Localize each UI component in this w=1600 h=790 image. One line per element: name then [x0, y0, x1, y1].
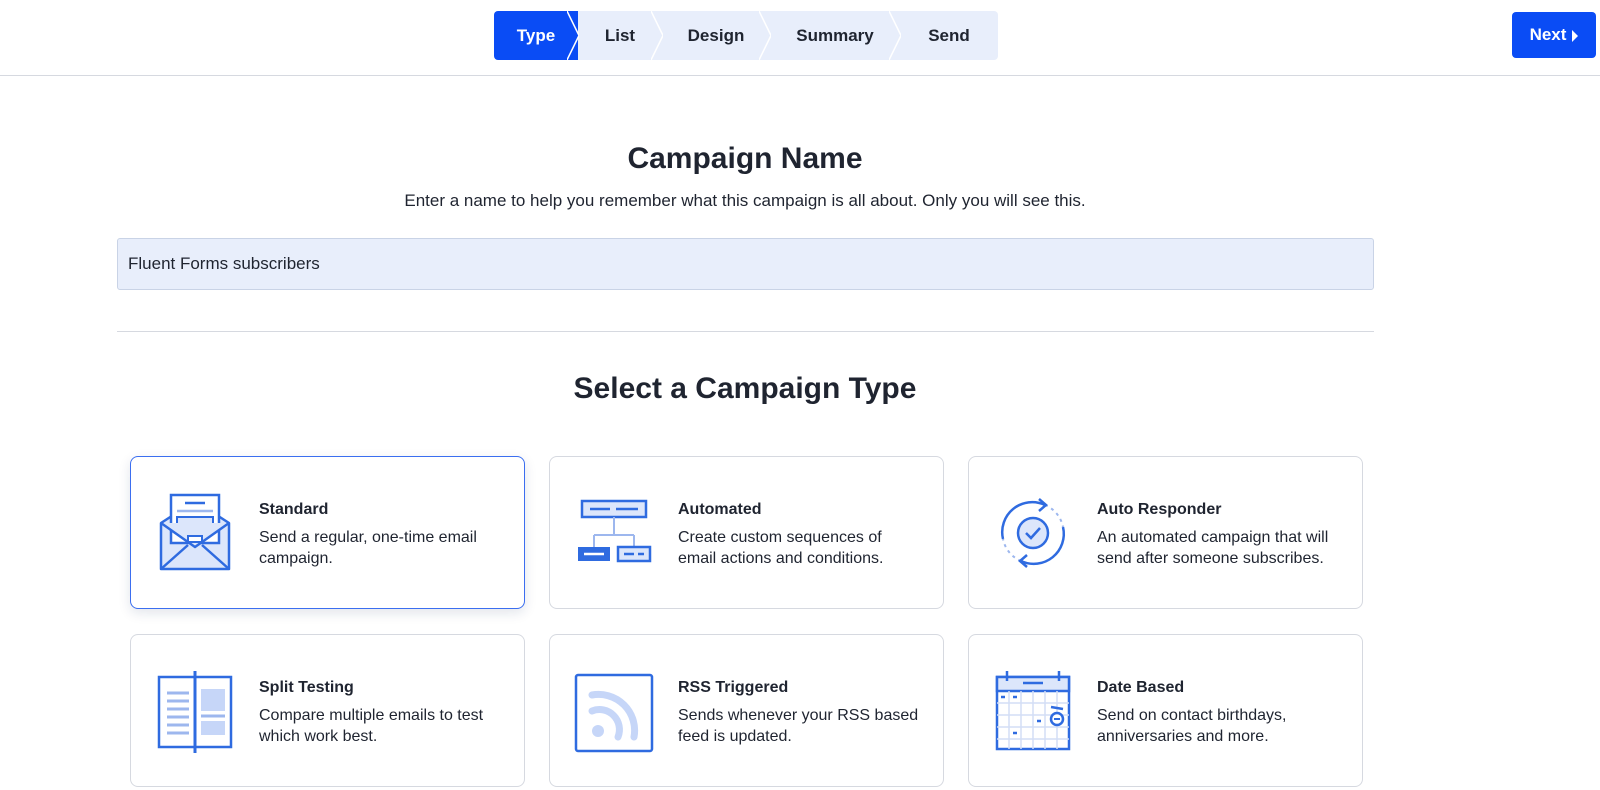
card-description: An automated campaign that will send aft… — [1097, 529, 1329, 567]
card-split-testing[interactable]: Split Testing Compare multiple emails to… — [130, 634, 525, 787]
card-description: Create custom sequences of email actions… — [678, 529, 884, 567]
step-summary-label: Summary — [796, 25, 874, 45]
calendar-icon — [995, 671, 1071, 751]
step-design-label: Design — [687, 25, 745, 45]
envelope-icon — [159, 493, 231, 571]
card-automated[interactable]: Automated Create custom sequences of ema… — [549, 456, 944, 609]
card-description: Compare multiple emails to test which wo… — [259, 707, 484, 745]
card-auto-responder[interactable]: Auto Responder An automated campaign tha… — [968, 456, 1363, 609]
caret-right-icon — [1572, 29, 1579, 42]
campaign-name-description: Enter a name to help you remember what t… — [404, 191, 1086, 210]
rss-icon — [574, 673, 654, 753]
campaign-name-input[interactable] — [117, 238, 1374, 290]
card-title: Auto Responder — [1097, 501, 1222, 518]
step-separator — [889, 11, 901, 60]
step-design[interactable]: Design — [662, 11, 771, 60]
campaign-name-heading: Campaign Name — [627, 142, 863, 175]
step-send-label: Send — [928, 25, 970, 45]
card-title: Split Testing — [259, 679, 354, 696]
card-title: RSS Triggered — [678, 679, 789, 696]
card-date-based[interactable]: Date Based Send on contact birthdays, an… — [968, 634, 1363, 787]
campaign-type-heading: Select a Campaign Type — [573, 372, 917, 405]
card-description: Sends whenever your RSS based feed is up… — [678, 707, 919, 745]
step-type-label: Type — [516, 25, 556, 45]
wizard-steps: Type List Design Summary Send — [494, 11, 998, 60]
flowchart-icon — [578, 499, 652, 563]
step-separator — [651, 11, 663, 60]
refresh-check-icon — [1001, 498, 1065, 568]
top-bar: Type List Design Summary Send Next — [0, 0, 1600, 76]
card-title: Standard — [259, 501, 329, 518]
card-title: Automated — [678, 501, 762, 518]
step-summary[interactable]: Summary — [770, 11, 901, 60]
step-send[interactable]: Send — [900, 11, 998, 60]
card-standard[interactable]: Standard Send a regular, one-time email … — [130, 456, 525, 609]
step-list[interactable]: List — [578, 11, 663, 60]
step-separator — [567, 11, 579, 60]
step-separator — [759, 11, 771, 60]
card-title: Date Based — [1097, 679, 1185, 696]
section-divider — [117, 331, 1374, 332]
card-description: Send on contact birthdays, anniversaries… — [1097, 707, 1287, 745]
split-page-icon — [157, 671, 233, 753]
step-list-label: List — [604, 25, 636, 45]
next-button-label: Next — [1529, 25, 1567, 44]
card-rss-triggered[interactable]: RSS Triggered Sends whenever your RSS ba… — [549, 634, 944, 787]
next-button[interactable]: Next — [1512, 12, 1596, 58]
step-type[interactable]: Type — [494, 11, 579, 60]
card-description: Send a regular, one-time email campaign. — [259, 529, 477, 567]
